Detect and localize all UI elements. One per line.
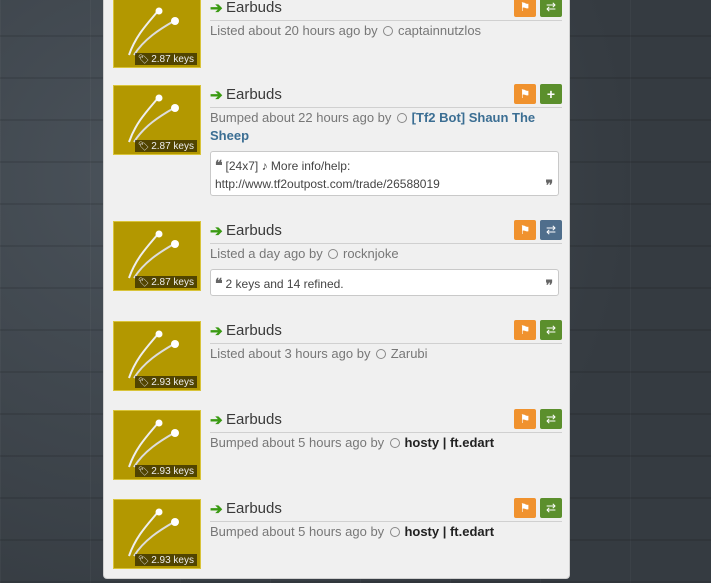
flag-icon: ⚑ (519, 0, 531, 14)
trade-message: ❝ [24x7] ♪ More info/help: http://www.tf2… (210, 151, 559, 196)
trade-button[interactable]: ⇄ (540, 409, 562, 429)
item-thumbnail[interactable]: 🏷 2.93 keys (113, 410, 201, 480)
tag-icon: 🏷 (137, 54, 150, 64)
listing-meta: Bumped about 22 hours ago by [Tf2 Bot] S… (210, 110, 536, 143)
flag-button[interactable]: ⚑ (514, 0, 536, 17)
item-title-link[interactable]: Earbuds (226, 322, 282, 340)
item-title-link[interactable]: Earbuds (226, 86, 282, 104)
arrow-right-icon: ➔ (210, 87, 223, 104)
flag-button[interactable]: ⚑ (514, 220, 536, 240)
earbuds-image (128, 419, 179, 468)
item-title-link[interactable]: Earbuds (226, 500, 282, 518)
status-circle-icon (383, 26, 394, 36)
user-link[interactable]: Zarubi (391, 346, 428, 361)
tag-icon: 🏷 (137, 277, 150, 287)
user-link[interactable]: hosty | ft.edart (404, 435, 494, 450)
plus-icon: + (546, 86, 556, 102)
arrow-right-icon: ➔ (210, 223, 223, 240)
user-link[interactable]: rocknjoke (343, 246, 399, 261)
quote-close-icon: ❞ (545, 177, 553, 193)
trade-button[interactable]: ⇄ (540, 498, 562, 518)
trade-button[interactable]: ⇄ (540, 0, 562, 17)
earbuds-image (128, 94, 179, 143)
status-circle-icon (376, 349, 387, 359)
trade-button[interactable]: ⇄ (540, 320, 562, 340)
price-badge: 🏷 2.93 keys (134, 465, 197, 477)
price-badge: 🏷 2.93 keys (134, 554, 197, 566)
earbuds-image (128, 330, 179, 379)
listing-meta: Listed about 3 hours ago by Zarubi (210, 346, 428, 361)
item-title-link[interactable]: Earbuds (226, 411, 282, 429)
status-circle-icon (397, 113, 408, 123)
swap-icon: ⇄ (545, 323, 557, 337)
item-title-link[interactable]: Earbuds (226, 222, 282, 240)
price-badge: 🏷 2.87 keys (134, 140, 197, 152)
earbuds-image (128, 230, 179, 279)
price-badge: 🏷 2.93 keys (134, 376, 197, 388)
flag-button[interactable]: ⚑ (514, 320, 536, 340)
swap-icon: ⇄ (545, 0, 557, 14)
swap-icon: ⇄ (545, 501, 557, 515)
swap-icon: ⇄ (545, 223, 557, 237)
flag-button[interactable]: ⚑ (514, 84, 536, 104)
listing-header: ➔ Earbuds ⚑ ⇄ (210, 498, 562, 522)
listings-panel: 🏷 2.87 keys ➔ Earbuds ⚑ ⇄ Listed about 20… (103, 0, 570, 579)
user-link[interactable]: hosty | ft.edart (404, 524, 494, 539)
tag-icon: 🏷 (137, 141, 150, 151)
tag-icon: 🏷 (137, 555, 150, 565)
item-thumbnail[interactable]: 🏷 2.93 keys (113, 321, 201, 391)
quote-close-icon: ❞ (545, 277, 553, 293)
earbuds-image (128, 7, 179, 56)
item-title-link[interactable]: Earbuds (226, 0, 282, 17)
listing-header: ➔ Earbuds ⚑ + (210, 84, 562, 108)
status-circle-icon (389, 527, 400, 537)
flag-icon: ⚑ (519, 323, 531, 337)
tag-icon: 🏷 (137, 466, 150, 476)
trade-button[interactable]: ⇄ (540, 220, 562, 240)
item-thumbnail[interactable]: 🏷 2.87 keys (113, 0, 201, 68)
quote-open-icon: ❝ (215, 275, 223, 291)
tag-icon: 🏷 (137, 377, 150, 387)
arrow-right-icon: ➔ (210, 501, 223, 518)
earbuds-image (128, 508, 179, 557)
arrow-right-icon: ➔ (210, 0, 223, 17)
listing-meta: Bumped about 5 hours ago by hosty | ft.e… (210, 435, 495, 450)
listing-header: ➔ Earbuds ⚑ ⇄ (210, 0, 562, 21)
price-badge: 🏷 2.87 keys (134, 53, 197, 65)
flag-button[interactable]: ⚑ (514, 409, 536, 429)
item-thumbnail[interactable]: 🏷 2.87 keys (113, 221, 201, 291)
listing-header: ➔ Earbuds ⚑ ⇄ (210, 220, 562, 244)
flag-button[interactable]: ⚑ (514, 498, 536, 518)
listing-header: ➔ Earbuds ⚑ ⇄ (210, 409, 562, 433)
add-button[interactable]: + (540, 84, 562, 104)
listing-meta: Bumped about 5 hours ago by hosty | ft.e… (210, 524, 495, 539)
listing-meta: Listed a day ago by rocknjoke (210, 246, 399, 261)
item-thumbnail[interactable]: 🏷 2.93 keys (113, 499, 201, 569)
flag-icon: ⚑ (519, 412, 531, 426)
status-circle-icon (328, 249, 339, 259)
flag-icon: ⚑ (519, 223, 531, 237)
listing-header: ➔ Earbuds ⚑ ⇄ (210, 320, 562, 344)
listing-meta: Listed about 20 hours ago by captainnutz… (210, 23, 482, 38)
arrow-right-icon: ➔ (210, 323, 223, 340)
trade-message: ❝ 2 keys and 14 refined. ❞ (210, 269, 559, 296)
arrow-right-icon: ➔ (210, 412, 223, 429)
item-thumbnail[interactable]: 🏷 2.87 keys (113, 85, 201, 155)
swap-icon: ⇄ (545, 412, 557, 426)
price-badge: 🏷 2.87 keys (134, 276, 197, 288)
flag-icon: ⚑ (519, 501, 531, 515)
flag-icon: ⚑ (519, 87, 531, 101)
status-circle-icon (389, 438, 400, 448)
user-link[interactable]: captainnutzlos (398, 23, 481, 38)
quote-open-icon: ❝ (215, 157, 223, 173)
